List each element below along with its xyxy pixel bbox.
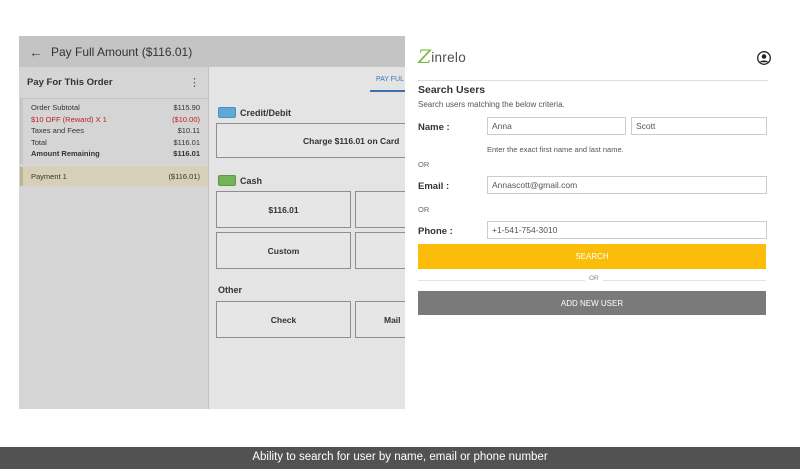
page-title: Pay Full Amount ($116.01) [51,44,193,59]
row-label: $10 OFF (Reward) X 1 [31,114,107,124]
row-value: $115.90 [173,103,200,112]
payment-row[interactable]: Payment 1 ($116.01) [20,166,208,186]
phone-input[interactable] [487,221,767,239]
order-summary-panel: Pay For This Order ⋮ Order Subtotal $115… [19,67,209,409]
row-label: Taxes and Fees [31,126,84,135]
custom-amount-button[interactable]: Custom [216,232,351,269]
payment-label: Payment 1 [31,171,67,181]
taxes-row: Taxes and Fees $10.11 [31,125,200,137]
total-row: Total $116.01 [31,137,200,149]
zinrelo-logo: Zinrelo [418,46,467,68]
row-value: $116.01 [173,149,200,158]
tab-pay-full[interactable]: PAY FUL [370,70,410,92]
first-name-input[interactable] [487,117,626,135]
amount-remaining-row: Amount Remaining $116.01 [31,148,200,160]
more-options-icon[interactable]: ⋮ [189,76,200,89]
row-value: $116.01 [173,137,200,147]
section-label: Credit/Debit [240,107,292,118]
search-users-subtitle: Search users matching the below criteria… [418,100,565,109]
phone-label: Phone : [418,226,453,237]
section-label: Cash [240,175,263,186]
or-separator: OR [418,205,430,214]
other-section: Other [218,285,242,295]
section-label: Other [218,285,243,295]
search-button[interactable]: SEARCH [418,244,766,269]
order-summary-title: Pay For This Order [27,77,113,88]
order-summary-header: Pay For This Order ⋮ [19,67,208,99]
user-search-panel: Zinrelo Search Users Search users matchi… [405,36,781,409]
or-separator: OR [418,160,430,169]
row-label: Amount Remaining [31,149,100,158]
header-divider [418,80,768,81]
name-label: Name : [418,122,450,133]
row-label: Total [31,137,47,147]
check-button[interactable]: Check [216,301,351,338]
credit-card-icon [218,107,236,118]
order-summary-list: Order Subtotal $115.90 $10 OFF (Reward) … [20,99,208,164]
logo-z: Z [418,46,432,68]
name-hint: Enter the exact first name and last name… [487,145,624,154]
credit-debit-section: Credit/Debit [218,107,291,118]
reward-row: $10 OFF (Reward) X 1 ($10.00) [31,114,200,126]
last-name-input[interactable] [631,117,767,135]
add-new-user-button[interactable]: ADD NEW USER [418,291,766,315]
search-users-title: Search Users [418,84,486,96]
cash-section: Cash [218,175,262,186]
email-label: Email : [418,181,450,192]
subtotal-row: Order Subtotal $115.90 [31,102,200,114]
user-account-icon[interactable] [757,51,771,65]
cash-icon [218,175,236,186]
logo-text: inrelo [431,49,467,65]
row-label: Order Subtotal [31,103,80,112]
back-arrow-icon[interactable]: ← [21,44,51,60]
email-input[interactable] [487,176,767,194]
caption: Ability to search for user by name, emai… [0,447,800,469]
payment-value: ($116.01) [168,171,200,181]
row-value: ($10.00) [172,114,200,124]
charge-card-button[interactable]: Charge $116.01 on Card [216,123,416,158]
cash-exact-button[interactable]: $116.01 [216,191,351,228]
row-value: $10.11 [177,126,200,135]
or-divider-label: OR [585,275,603,282]
